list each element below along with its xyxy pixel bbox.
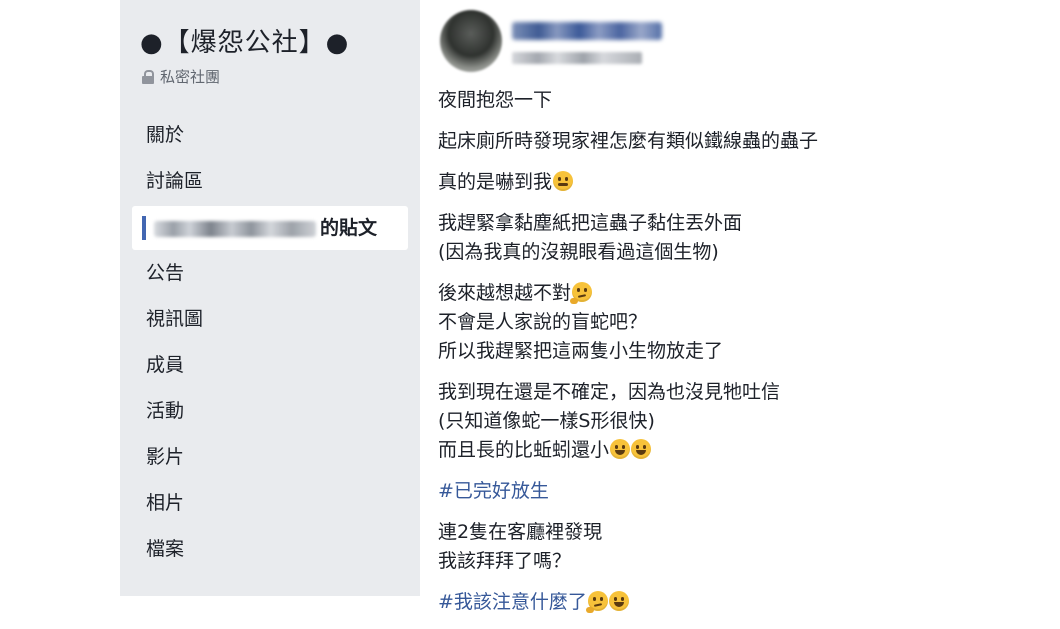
thinking-face-emoji xyxy=(585,591,608,613)
post-paragraph: #我該注意什麼了 xyxy=(438,588,908,617)
grinning-face-emoji xyxy=(631,439,652,459)
post-paragraph: 夜間抱怨一下 xyxy=(438,86,908,115)
post-line: 起床廁所時發現家裡怎麼有類似鐵線蟲的蟲子 xyxy=(438,130,819,152)
post-body: 夜間抱怨一下 起床廁所時發現家裡怎麼有類似鐵線蟲的蟲子 真的是嚇到我 我趕緊拿黏… xyxy=(438,86,908,629)
post-line: 我該拜拜了嗎？ xyxy=(438,550,572,572)
blurred-member-name xyxy=(154,220,316,237)
nav-item-member-posts[interactable]: 的貼文 xyxy=(132,206,408,250)
nav-item-files[interactable]: 檔案 xyxy=(132,526,408,572)
post-line-text: 真的是嚇到我 xyxy=(438,171,553,193)
hashtag-link[interactable]: #我該注意什麼了 xyxy=(438,591,587,613)
author-name-blurred[interactable] xyxy=(512,22,662,40)
nav-item-announcements[interactable]: 公告 xyxy=(132,250,408,296)
group-privacy: 私密社團 xyxy=(142,66,220,87)
nav-item-videos[interactable]: 影片 xyxy=(132,434,408,480)
post-line: 所以我趕緊把這兩隻小生物放走了 xyxy=(438,340,724,362)
hashtag-link[interactable]: #已完好放生 xyxy=(438,477,908,506)
nav-item-member-posts-label: 的貼文 xyxy=(320,217,378,239)
post-paragraph: 連2隻在客廳裡發現 我該拜拜了嗎？ xyxy=(438,518,908,576)
grinning-face-emoji xyxy=(610,439,631,459)
post-paragraph: 起床廁所時發現家裡怎麼有類似鐵線蟲的蟲子 xyxy=(438,127,908,156)
privacy-label: 私密社團 xyxy=(160,68,221,86)
post-line: (只知道像蛇一樣S形很快) xyxy=(438,410,655,432)
post-line: #我該注意什麼了 xyxy=(438,588,908,617)
post-line: 我趕緊拿黏塵紙把這蟲子黏住丟外面 xyxy=(438,212,743,234)
right-margin xyxy=(920,0,1060,596)
active-indicator xyxy=(142,216,146,240)
post-paragraph: #已完好放生 xyxy=(438,477,908,506)
post-line: 真的是嚇到我 xyxy=(438,168,908,197)
post-paragraph: 真的是嚇到我 xyxy=(438,168,908,197)
post-line: (因為我真的沒親眼看過這個生物) xyxy=(438,241,719,263)
post-line: 連2隻在客廳裡發現 xyxy=(438,521,603,543)
nav-item-video-chat[interactable]: 視訊圖 xyxy=(132,296,408,342)
post-line: 不會是人家說的盲蛇吧？ xyxy=(438,311,648,333)
tired-face-emoji xyxy=(553,171,574,191)
post-line-text: 後來越想越不對 xyxy=(438,282,572,304)
nav-item-about[interactable]: 關於 xyxy=(132,112,408,158)
post-paragraph: 我到現在還是不確定，因為也沒見牠吐信 (只知道像蛇一樣S形很快) 而且長的比蚯蚓… xyxy=(438,378,908,465)
nav-item-photos[interactable]: 相片 xyxy=(132,480,408,526)
post-line: 我到現在還是不確定，因為也沒見牠吐信 xyxy=(438,381,781,403)
post-line: 夜間抱怨一下 xyxy=(438,89,553,111)
post-line: 而且長的比蚯蚓還小 xyxy=(438,436,908,465)
post-timestamp-blurred[interactable] xyxy=(512,52,642,64)
post-line-text: 而且長的比蚯蚓還小 xyxy=(438,439,610,461)
lock-icon xyxy=(142,69,154,84)
nav-item-events[interactable]: 活動 xyxy=(132,388,408,434)
post-line: 後來越想越不對 xyxy=(438,279,908,308)
face-with-tears-of-joy-emoji xyxy=(608,591,629,611)
thinking-face-emoji xyxy=(570,282,593,304)
post-paragraph: 我趕緊拿黏塵紙把這蟲子黏住丟外面 (因為我真的沒親眼看過這個生物) xyxy=(438,209,908,267)
group-name[interactable]: ●【爆怨公社】● xyxy=(140,22,349,59)
nav-item-members[interactable]: 成員 xyxy=(132,342,408,388)
group-nav: 關於 討論區 的貼文 公告 視訊圖 成員 活動 影片 相片 檔案 xyxy=(132,112,408,572)
left-margin xyxy=(0,0,120,596)
nav-item-discussion[interactable]: 討論區 xyxy=(132,158,408,204)
post-paragraph: 後來越想越不對 不會是人家說的盲蛇吧？ 所以我趕緊把這兩隻小生物放走了 xyxy=(438,279,908,366)
author-avatar[interactable] xyxy=(440,10,502,72)
